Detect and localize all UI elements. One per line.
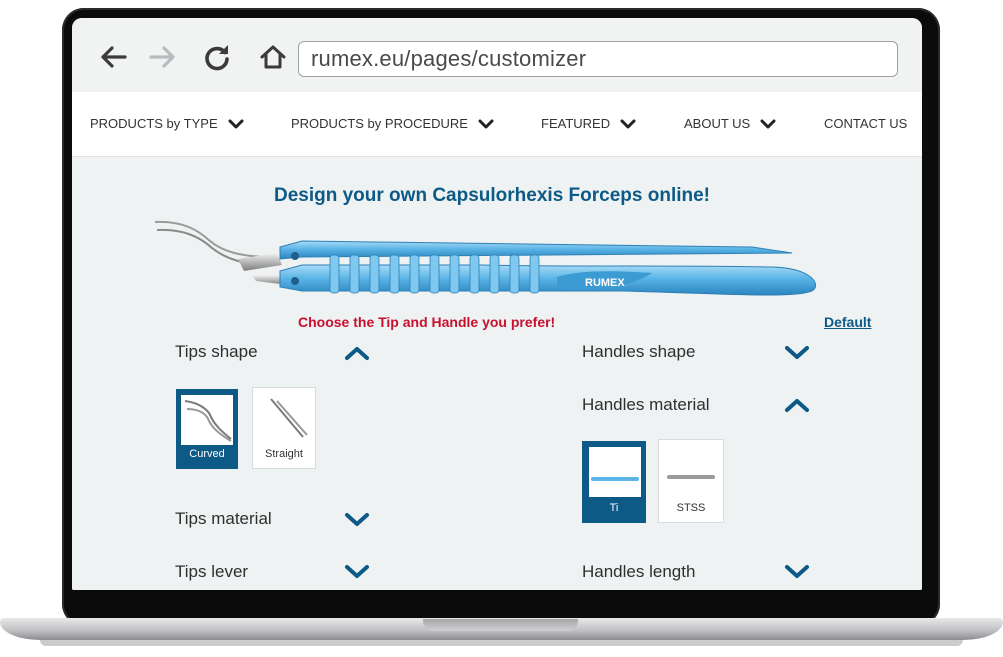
- screen: rumex.eu/pages/customizer PRODUCTS by TY…: [72, 18, 922, 590]
- tips-material-label: Tips material: [175, 509, 272, 528]
- tip-option-straight[interactable]: Straight: [252, 387, 316, 469]
- curved-tip-thumbnail: [181, 395, 233, 445]
- handle-option-stss[interactable]: STSS: [658, 439, 724, 523]
- nav-label: CONTACT US: [824, 116, 908, 131]
- straight-tip-thumbnail: [257, 393, 309, 443]
- instruction-text: Choose the Tip and Handle you prefer!: [298, 314, 556, 330]
- option-label: Ti: [609, 502, 619, 514]
- chevron-up-icon[interactable]: [784, 397, 810, 413]
- customizer-panel: Design your own Capsulorhexis Forceps on…: [72, 157, 922, 590]
- nav-label: ABOUT US: [684, 116, 751, 131]
- handles-shape-label: Handles shape: [582, 342, 696, 361]
- tips-lever-label: Tips lever: [175, 562, 249, 581]
- handles-length-label: Handles length: [582, 562, 696, 581]
- browser-toolbar: rumex.eu/pages/customizer: [72, 18, 922, 92]
- option-label: Curved: [189, 448, 225, 460]
- chevron-down-icon: [620, 119, 636, 128]
- home-icon[interactable]: [256, 40, 290, 74]
- chevron-down-icon[interactable]: [784, 563, 810, 579]
- ti-handle-thumbnail: [589, 447, 641, 497]
- page-title: Design your own Capsulorhexis Forceps on…: [273, 185, 711, 206]
- chevron-down-icon: [478, 119, 494, 128]
- chevron-down-icon[interactable]: [344, 563, 370, 579]
- option-label: STSS: [676, 502, 706, 514]
- address-bar[interactable]: rumex.eu/pages/customizer: [298, 41, 898, 77]
- nav-products-by-type[interactable]: PRODUCTS by TYPE: [90, 116, 244, 131]
- tips-shape-label: Tips shape: [175, 342, 258, 361]
- chevron-up-icon[interactable]: [344, 345, 370, 361]
- handles-material-label: Handles material: [582, 395, 710, 414]
- laptop-foot: [40, 640, 963, 646]
- laptop-notch: [423, 619, 578, 631]
- nav-label: FEATURED: [541, 116, 611, 131]
- nav-products-by-procedure[interactable]: PRODUCTS by PROCEDURE: [291, 116, 494, 131]
- brand-logo: RUMEX: [585, 277, 625, 289]
- reload-icon[interactable]: [200, 40, 234, 74]
- tip-option-curved[interactable]: Curved: [176, 389, 238, 469]
- forceps-image: RUMEX: [154, 220, 817, 296]
- nav-label: PRODUCTS by PROCEDURE: [291, 116, 468, 131]
- default-link[interactable]: Default: [824, 314, 871, 330]
- nav-label: PRODUCTS by TYPE: [90, 116, 218, 131]
- chevron-down-icon[interactable]: [784, 344, 810, 360]
- nav-featured[interactable]: FEATURED: [541, 116, 636, 131]
- option-label: Straight: [265, 448, 303, 460]
- nav-contact-us[interactable]: CONTACT US: [824, 116, 907, 131]
- nav-about-us[interactable]: ABOUT US: [684, 116, 776, 131]
- chevron-down-icon[interactable]: [344, 511, 370, 527]
- handle-option-ti[interactable]: Ti: [582, 441, 646, 523]
- back-arrow-icon[interactable]: [96, 40, 130, 74]
- site-navigation: PRODUCTS by TYPE PRODUCTS by PROCEDURE F…: [72, 92, 922, 157]
- chevron-down-icon: [228, 119, 244, 128]
- stss-handle-thumbnail: [665, 445, 717, 495]
- forward-arrow-icon[interactable]: [146, 40, 180, 74]
- chevron-down-icon: [760, 119, 776, 128]
